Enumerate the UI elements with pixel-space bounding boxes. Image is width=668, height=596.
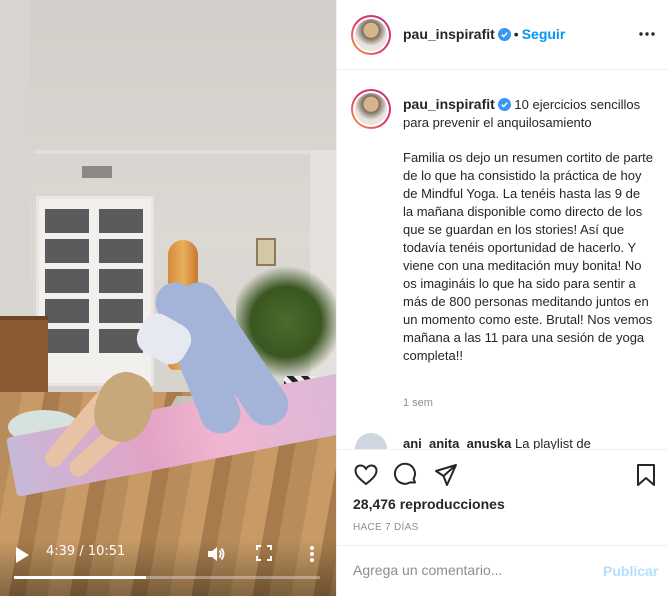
comment-body: La playlist de <box>515 436 591 449</box>
verified-icon <box>497 28 511 41</box>
view-count[interactable]: 28,476 reproducciones <box>353 496 505 512</box>
video-progress-bar[interactable] <box>14 576 320 579</box>
post-date[interactable]: HACE 7 DÍAS <box>353 522 419 533</box>
verified-icon <box>497 98 511 111</box>
video-scene-vent <box>82 166 112 178</box>
video-progress-fill <box>14 576 146 579</box>
post-actions: 28,476 reproducciones HACE 7 DÍAS <box>337 449 668 545</box>
post-header: pau_inspirafit • Seguir <box>337 0 668 70</box>
video-time: 4:39 / 10:51 <box>46 544 126 559</box>
more-vertical-icon[interactable] <box>304 544 320 564</box>
publish-button[interactable]: Publicar <box>603 563 658 579</box>
video-scene-door <box>36 196 154 386</box>
heart-icon[interactable] <box>353 462 379 488</box>
caption-avatar[interactable] <box>351 89 391 129</box>
caption-body: Familia os dejo un resumen cortito de pa… <box>403 150 654 363</box>
share-icon[interactable] <box>433 462 459 488</box>
caption-timestamp[interactable]: 1 sem <box>403 397 433 409</box>
more-horizontal-icon[interactable] <box>637 26 657 42</box>
video-controls: 4:39 / 10:51 <box>0 540 336 596</box>
fullscreen-icon[interactable] <box>256 545 272 561</box>
caption-area[interactable]: pau_inspirafit 10 ejercicios sencillos p… <box>337 71 668 449</box>
comment-form: Publicar <box>337 545 668 596</box>
video-player[interactable]: 4:39 / 10:51 <box>0 0 336 596</box>
post-author: pau_inspirafit • Seguir <box>403 26 565 44</box>
comment-input[interactable] <box>353 562 593 578</box>
separator-dot: • <box>513 26 519 42</box>
comment-icon[interactable] <box>393 462 419 488</box>
post-panel: pau_inspirafit • Seguir pau_inspirafit 10 … <box>336 0 668 596</box>
avatar[interactable] <box>351 15 391 55</box>
video-scene-ceiling <box>34 150 310 154</box>
bookmark-icon[interactable] <box>633 462 659 488</box>
comment-username[interactable]: ani_anita_anuska <box>403 436 511 449</box>
caption-title: pau_inspirafit 10 ejercicios sencillos p… <box>403 95 653 132</box>
volume-icon[interactable] <box>206 544 226 564</box>
username-link[interactable]: pau_inspirafit <box>403 26 495 42</box>
play-icon[interactable] <box>14 546 30 564</box>
comment-text: ani_anita_anuska La playlist de <box>403 436 591 449</box>
caption-username[interactable]: pau_inspirafit <box>403 96 495 112</box>
video-scene-shelf <box>0 316 48 402</box>
follow-button[interactable]: Seguir <box>522 26 566 42</box>
comment-avatar[interactable] <box>355 433 387 449</box>
comment-item: ani_anita_anuska La playlist de <box>351 433 661 449</box>
